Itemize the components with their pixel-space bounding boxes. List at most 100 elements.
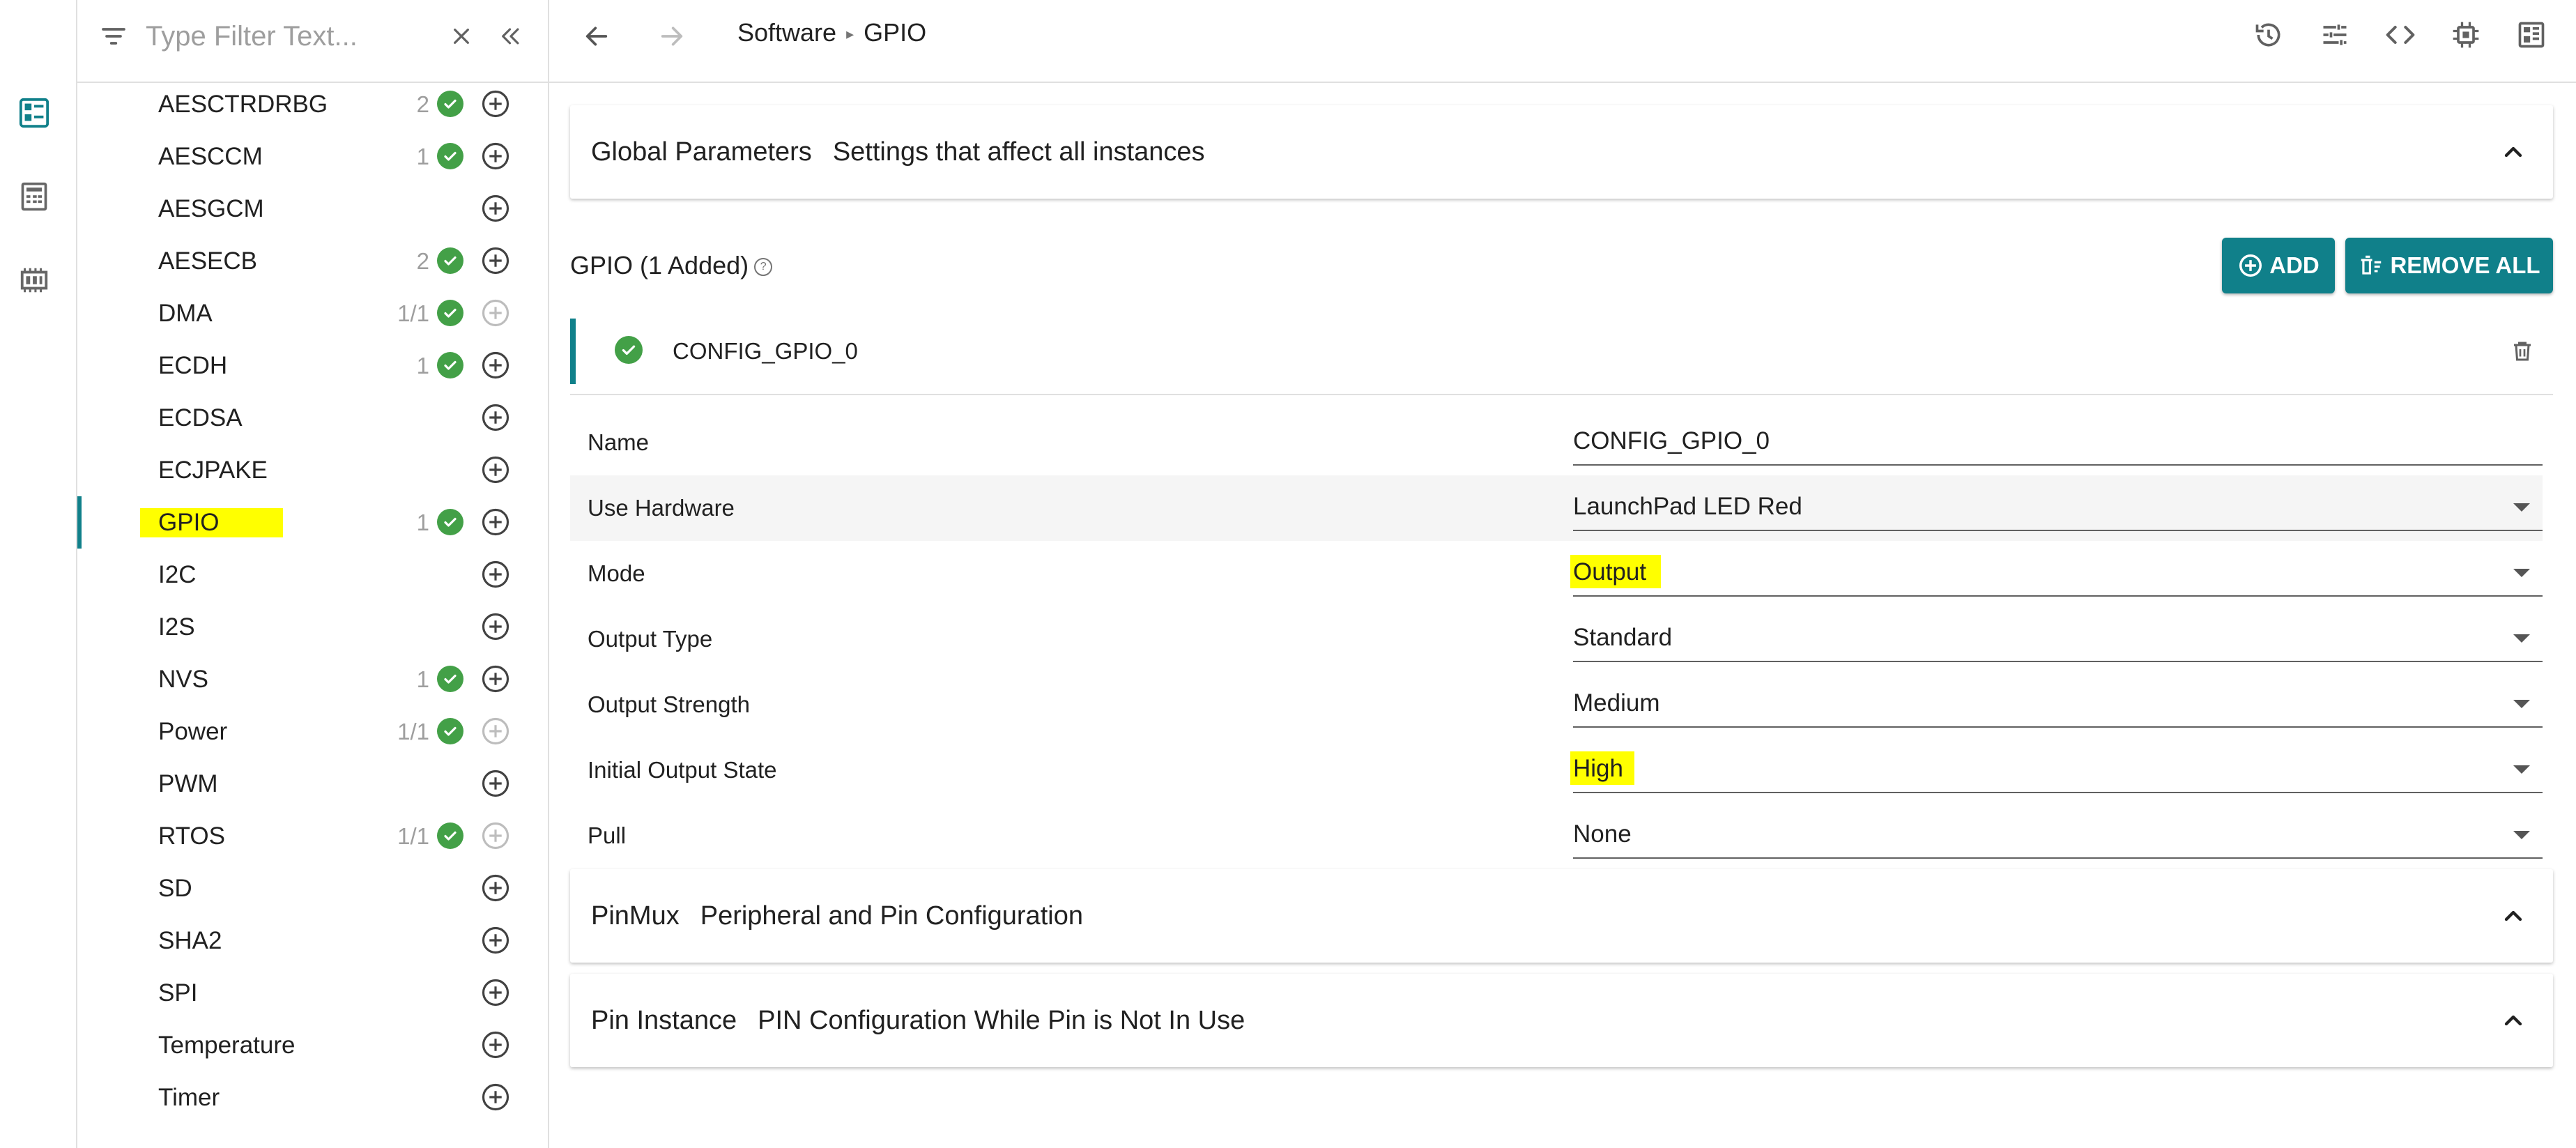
instance-name: CONFIG_GPIO_0 xyxy=(673,338,858,364)
chevron-up-icon[interactable] xyxy=(2494,897,2532,935)
sidebar-item-label: PWM xyxy=(158,770,218,797)
add-circle-icon[interactable] xyxy=(480,1030,511,1060)
field-row-name: Name CONFIG_GPIO_0 xyxy=(570,410,2543,475)
add-circle-icon[interactable] xyxy=(480,193,511,224)
add-circle-icon[interactable] xyxy=(480,664,511,694)
sidebar-item-aesecb[interactable]: AESECB 2 xyxy=(77,235,523,287)
add-circle-icon[interactable] xyxy=(480,402,511,433)
dropdown-arrow-icon[interactable] xyxy=(2513,503,2530,512)
global-parameters-title: Global Parameters Settings that affect al… xyxy=(591,137,1205,167)
sidebar-item-ecjpake[interactable]: ECJPAKE xyxy=(77,444,523,496)
sidebar-item-i2s[interactable]: I2S xyxy=(77,601,523,653)
dashboard-icon[interactable] xyxy=(15,94,53,132)
sidebar-item-sha2[interactable]: SHA2 xyxy=(77,914,523,967)
history-icon[interactable] xyxy=(2248,14,2290,56)
sidebar-item-rtos[interactable]: RTOS 1/1 xyxy=(77,810,523,862)
field-select[interactable]: Medium xyxy=(1573,680,2543,728)
sidebar-item-count: 1/1 xyxy=(397,300,429,326)
field-value: LaunchPad LED Red xyxy=(1573,493,1802,520)
help-icon[interactable]: ? xyxy=(754,258,773,277)
remove-all-button-label: REMOVE ALL xyxy=(2390,252,2540,278)
delete-instance-icon[interactable] xyxy=(2506,335,2539,368)
instance-row[interactable]: CONFIG_GPIO_0 xyxy=(570,319,2553,384)
add-circle-icon[interactable] xyxy=(480,925,511,956)
chip-icon[interactable] xyxy=(2445,14,2487,56)
sidebar-item-aesccm[interactable]: AESCCM 1 xyxy=(77,130,523,183)
add-circle-icon[interactable] xyxy=(480,820,511,851)
module-sidebar: AESCBC2AESCTRDRBG2AESCCM1AESGCMAESECB2DM… xyxy=(77,0,549,1148)
dropdown-arrow-icon[interactable] xyxy=(2513,634,2530,643)
sidebar-item-gpio[interactable]: GPIO 1 xyxy=(77,496,523,549)
sidebar-item-aesgcm[interactable]: AESGCM xyxy=(77,183,523,235)
add-circle-icon[interactable] xyxy=(480,245,511,276)
add-circle-icon[interactable] xyxy=(480,141,511,171)
sidebar-item-power[interactable]: Power 1/1 xyxy=(77,705,523,758)
field-select[interactable]: LaunchPad LED Red xyxy=(1573,484,2543,531)
add-circle-icon[interactable] xyxy=(480,768,511,799)
sidebar-item-ecdh[interactable]: ECDH 1 xyxy=(77,339,523,392)
add-circle-icon[interactable] xyxy=(480,977,511,1008)
add-circle-icon[interactable] xyxy=(480,873,511,903)
sidebar-item-sd[interactable]: SD xyxy=(77,862,523,914)
field-input[interactable]: CONFIG_GPIO_0 xyxy=(1573,418,2543,466)
field-value: None xyxy=(1573,820,1632,848)
clear-filter-icon[interactable] xyxy=(445,20,478,53)
field-select[interactable]: High xyxy=(1570,746,2543,793)
breadcrumb: Software ▸ GPIO xyxy=(737,0,926,67)
add-circle-icon[interactable] xyxy=(480,716,511,747)
sidebar-item-aesctrdrbg[interactable]: AESCTRDRBG 2 xyxy=(77,78,523,130)
sidebar-item-label: AESGCM xyxy=(158,195,264,222)
field-label: Output Type xyxy=(588,626,713,652)
sidebar-item-i2c[interactable]: I2C xyxy=(77,549,523,601)
sidebar-item-label: AESECB xyxy=(158,247,257,275)
chevron-up-icon[interactable] xyxy=(2494,1002,2532,1039)
add-circle-icon[interactable] xyxy=(480,350,511,381)
add-circle-icon[interactable] xyxy=(480,611,511,642)
forward-arrow-icon[interactable] xyxy=(651,15,693,57)
sidebar-item-dma[interactable]: DMA 1/1 xyxy=(77,287,523,339)
field-select[interactable]: Standard xyxy=(1573,615,2543,662)
sidebar-item-nvs[interactable]: NVS 1 xyxy=(77,653,523,705)
sidebar-item-pwm[interactable]: PWM xyxy=(77,758,523,810)
code-icon[interactable] xyxy=(2379,14,2421,56)
collapse-sidebar-icon[interactable] xyxy=(494,20,528,53)
sidebar-item-temperature[interactable]: Temperature xyxy=(77,1019,523,1071)
filter-input[interactable] xyxy=(144,15,440,57)
memory-chip-icon[interactable] xyxy=(15,261,53,299)
field-label: Pull xyxy=(588,822,627,848)
add-circle-icon[interactable] xyxy=(480,559,511,590)
back-arrow-icon[interactable] xyxy=(576,15,618,57)
chevron-up-icon[interactable] xyxy=(2494,133,2532,171)
remove-all-button[interactable]: REMOVE ALL xyxy=(2345,238,2553,293)
module-list: AESCBC2AESCTRDRBG2AESCCM1AESGCMAESECB2DM… xyxy=(77,0,523,1148)
sidebar-item-ecdsa[interactable]: ECDSA xyxy=(77,392,523,444)
dropdown-arrow-icon[interactable] xyxy=(2513,765,2530,774)
sidebar-item-label: AESCTRDRBG xyxy=(158,91,328,118)
pinmux-panel[interactable]: PinMux Peripheral and Pin Configuration xyxy=(570,869,2553,963)
calculator-icon[interactable] xyxy=(15,178,53,215)
check-circle-icon xyxy=(437,822,463,849)
sidebar-item-label: ECDH xyxy=(158,352,228,379)
breadcrumb-current: GPIO xyxy=(864,18,927,47)
sidebar-item-count: 1 xyxy=(416,666,429,692)
global-parameters-subtitle: Settings that affect all instances xyxy=(832,137,1205,167)
add-circle-icon[interactable] xyxy=(480,298,511,328)
breadcrumb-parent[interactable]: Software xyxy=(737,18,836,47)
global-parameters-panel[interactable]: Global Parameters Settings that affect al… xyxy=(570,105,2553,199)
dropdown-arrow-icon[interactable] xyxy=(2513,700,2530,708)
field-select[interactable]: Output xyxy=(1570,549,2543,597)
dropdown-arrow-icon[interactable] xyxy=(2513,569,2530,577)
add-circle-icon[interactable] xyxy=(480,89,511,119)
sidebar-item-spi[interactable]: SPI xyxy=(77,967,523,1019)
field-select[interactable]: None xyxy=(1573,811,2543,859)
sidebar-item-timer[interactable]: Timer xyxy=(77,1071,523,1124)
pin-instance-panel[interactable]: Pin Instance PIN Configuration While Pin … xyxy=(570,974,2553,1067)
add-button[interactable]: ADD xyxy=(2222,238,2335,293)
add-circle-icon[interactable] xyxy=(480,454,511,485)
board-icon[interactable] xyxy=(2510,14,2552,56)
tune-icon[interactable] xyxy=(2314,14,2356,56)
sidebar-item-count: 2 xyxy=(416,248,429,274)
add-circle-icon[interactable] xyxy=(480,507,511,537)
add-circle-icon[interactable] xyxy=(480,1082,511,1112)
dropdown-arrow-icon[interactable] xyxy=(2513,831,2530,839)
